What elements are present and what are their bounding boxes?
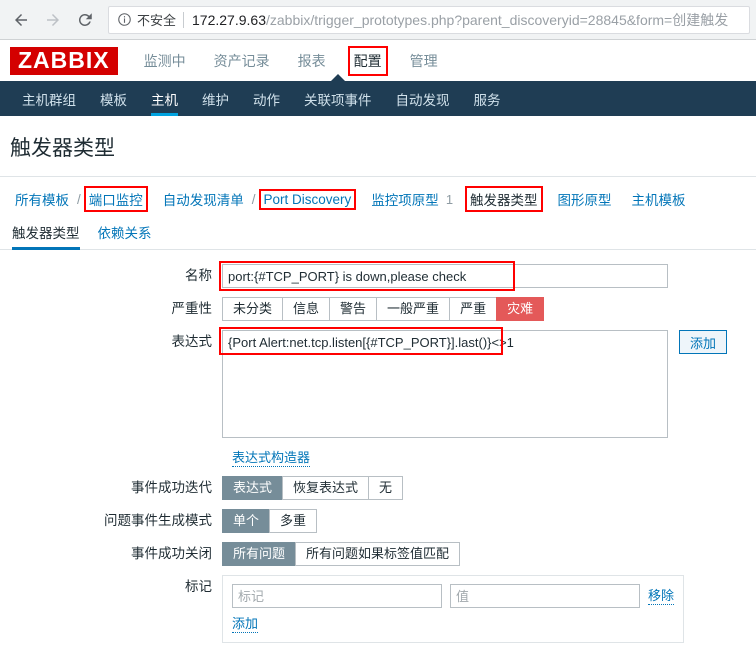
main-menu: 监测中 资产记录 报表 配置 管理 bbox=[140, 45, 442, 76]
ok-event-expression[interactable]: 表达式 bbox=[222, 476, 283, 500]
url-host: 172.27.9.63 bbox=[192, 11, 266, 28]
tags-label: 标记 bbox=[185, 579, 212, 594]
severity-average[interactable]: 一般严重 bbox=[376, 297, 450, 321]
expression-constructor-link[interactable]: 表达式构造器 bbox=[232, 450, 311, 467]
breadcrumb: 所有模板 / 端口监控 自动发现清单 / Port Discovery 监控项原… bbox=[0, 176, 756, 220]
form-row-close-event: 事件成功关闭 所有问题 所有问题如果标签值匹配 bbox=[0, 542, 756, 566]
ok-event-recovery-expression[interactable]: 恢复表达式 bbox=[282, 476, 369, 500]
subnav-item-host-groups[interactable]: 主机群组 bbox=[10, 81, 88, 116]
expression-textarea[interactable]: {Port Alert:net.tcp.listen[{#TCP_PORT}].… bbox=[222, 330, 668, 438]
subnav-item-services[interactable]: 服务 bbox=[462, 81, 513, 116]
tag-row: 移除 bbox=[232, 584, 675, 608]
zabbix-logo[interactable]: ZABBIX bbox=[10, 46, 118, 75]
form-row-problem-event: 问题事件生成模式 单个 多重 bbox=[0, 509, 756, 533]
tag-add-row: 添加 bbox=[232, 616, 674, 633]
close-event-tag-match[interactable]: 所有问题如果标签值匹配 bbox=[295, 542, 461, 566]
tab-trigger-prototype[interactable]: 触发器类型 bbox=[12, 222, 80, 250]
breadcrumb-separator: / bbox=[77, 191, 81, 207]
sub-navigation: 主机群组 模板 主机 维护 动作 关联项事件 自动发现 服务 bbox=[0, 74, 756, 116]
tag-value-input[interactable] bbox=[450, 584, 640, 608]
security-status-label: 不安全 bbox=[137, 13, 177, 28]
reload-icon[interactable] bbox=[70, 5, 100, 35]
forward-arrow-icon bbox=[38, 5, 68, 35]
subnav-item-discovery[interactable]: 自动发现 bbox=[384, 81, 462, 116]
subnav-item-event-correlation[interactable]: 关联项事件 bbox=[292, 81, 384, 116]
form-row-expression: 表达式 {Port Alert:net.tcp.listen[{#TCP_POR… bbox=[0, 327, 756, 441]
browser-toolbar: 不安全 172.27.9.63/zabbix/trigger_prototype… bbox=[0, 0, 756, 40]
info-circle-icon[interactable] bbox=[117, 12, 132, 27]
trigger-prototype-form: 名称 严重性 未分类 信息 警告 一般严重 严重 灾难 表达式 {Port Al… bbox=[0, 250, 756, 655]
back-arrow-icon[interactable] bbox=[6, 5, 36, 35]
problem-event-label: 问题事件生成模式 bbox=[104, 513, 212, 528]
close-event-all-problems[interactable]: 所有问题 bbox=[222, 542, 296, 566]
expression-wrapper: {Port Alert:net.tcp.listen[{#TCP_PORT}].… bbox=[219, 327, 668, 441]
problem-event-single[interactable]: 单个 bbox=[222, 509, 270, 533]
omnibox-divider bbox=[183, 11, 185, 28]
breadcrumb-all-templates[interactable]: 所有模板 bbox=[12, 188, 72, 210]
ok-event-button-group: 表达式 恢复表达式 无 bbox=[222, 476, 404, 500]
close-event-label: 事件成功关闭 bbox=[131, 546, 212, 561]
tag-remove-link[interactable]: 移除 bbox=[648, 588, 675, 605]
breadcrumb-item-prototypes[interactable]: 监控项原型 bbox=[368, 188, 442, 210]
severity-button-group: 未分类 信息 警告 一般严重 严重 灾难 bbox=[222, 297, 545, 321]
tag-add-link[interactable]: 添加 bbox=[232, 616, 259, 633]
zabbix-header: ZABBIX 监测中 资产记录 报表 配置 管理 bbox=[0, 40, 756, 81]
form-row-severity: 严重性 未分类 信息 警告 一般严重 严重 灾难 bbox=[0, 297, 756, 321]
item-prototypes-count: 1 bbox=[445, 191, 454, 207]
url-text: 172.27.9.63/zabbix/trigger_prototypes.ph… bbox=[192, 10, 728, 30]
menu-item-inventory[interactable]: 资产记录 bbox=[210, 48, 274, 74]
form-row-ok-event: 事件成功迭代 表达式 恢复表达式 无 bbox=[0, 476, 756, 500]
breadcrumb-separator-2: / bbox=[251, 191, 256, 207]
expression-label: 表达式 bbox=[171, 334, 213, 349]
tab-dependencies[interactable]: 依赖关系 bbox=[98, 222, 152, 249]
menu-item-monitoring[interactable]: 监测中 bbox=[140, 48, 190, 74]
severity-high[interactable]: 严重 bbox=[449, 297, 497, 321]
severity-warning[interactable]: 警告 bbox=[329, 297, 377, 321]
name-label: 名称 bbox=[185, 268, 212, 283]
subnav-item-actions[interactable]: 动作 bbox=[241, 81, 292, 116]
form-row-name: 名称 bbox=[0, 261, 756, 291]
ok-event-label: 事件成功迭代 bbox=[131, 480, 212, 495]
subnav-item-hosts[interactable]: 主机 bbox=[139, 81, 190, 116]
ok-event-none[interactable]: 无 bbox=[368, 476, 404, 500]
page-title: 触发器类型 bbox=[10, 137, 115, 160]
menu-item-reports[interactable]: 报表 bbox=[294, 48, 330, 74]
form-row-tags: 标记 移除 添加 bbox=[0, 575, 756, 643]
close-event-button-group: 所有问题 所有问题如果标签值匹配 bbox=[222, 542, 461, 566]
url-path: /zabbix/trigger_prototypes.php?parent_di… bbox=[265, 11, 729, 28]
breadcrumb-template[interactable]: 端口监控 bbox=[83, 186, 148, 212]
address-bar[interactable]: 不安全 172.27.9.63/zabbix/trigger_prototype… bbox=[108, 5, 750, 34]
name-input[interactable] bbox=[222, 264, 668, 288]
subnav-item-templates[interactable]: 模板 bbox=[88, 81, 139, 116]
severity-disaster[interactable]: 灾难 bbox=[496, 297, 545, 321]
breadcrumb-discovery-list[interactable]: 自动发现清单 bbox=[160, 188, 247, 210]
name-input-wrapper bbox=[219, 261, 668, 291]
expression-add-button[interactable]: 添加 bbox=[679, 330, 728, 354]
problem-event-multiple[interactable]: 多重 bbox=[269, 509, 318, 533]
severity-label: 严重性 bbox=[171, 301, 213, 316]
form-tabs: 触发器类型 依赖关系 bbox=[0, 220, 756, 250]
tags-container: 移除 添加 bbox=[222, 575, 684, 643]
menu-item-configuration[interactable]: 配置 bbox=[347, 45, 388, 76]
severity-not-classified[interactable]: 未分类 bbox=[222, 297, 283, 321]
tag-name-input[interactable] bbox=[232, 584, 442, 608]
subnav-item-maintenance[interactable]: 维护 bbox=[190, 81, 241, 116]
menu-item-administration[interactable]: 管理 bbox=[406, 48, 442, 74]
breadcrumb-host-prototypes[interactable]: 主机模板 bbox=[629, 188, 689, 210]
breadcrumb-discovery-rule[interactable]: Port Discovery bbox=[258, 188, 357, 210]
problem-event-button-group: 单个 多重 bbox=[222, 509, 318, 533]
breadcrumb-trigger-prototypes[interactable]: 触发器类型 bbox=[465, 186, 543, 212]
severity-information[interactable]: 信息 bbox=[282, 297, 330, 321]
breadcrumb-graph-prototypes[interactable]: 图形原型 bbox=[555, 188, 615, 210]
expression-constructor-row: 表达式构造器 bbox=[0, 450, 756, 467]
